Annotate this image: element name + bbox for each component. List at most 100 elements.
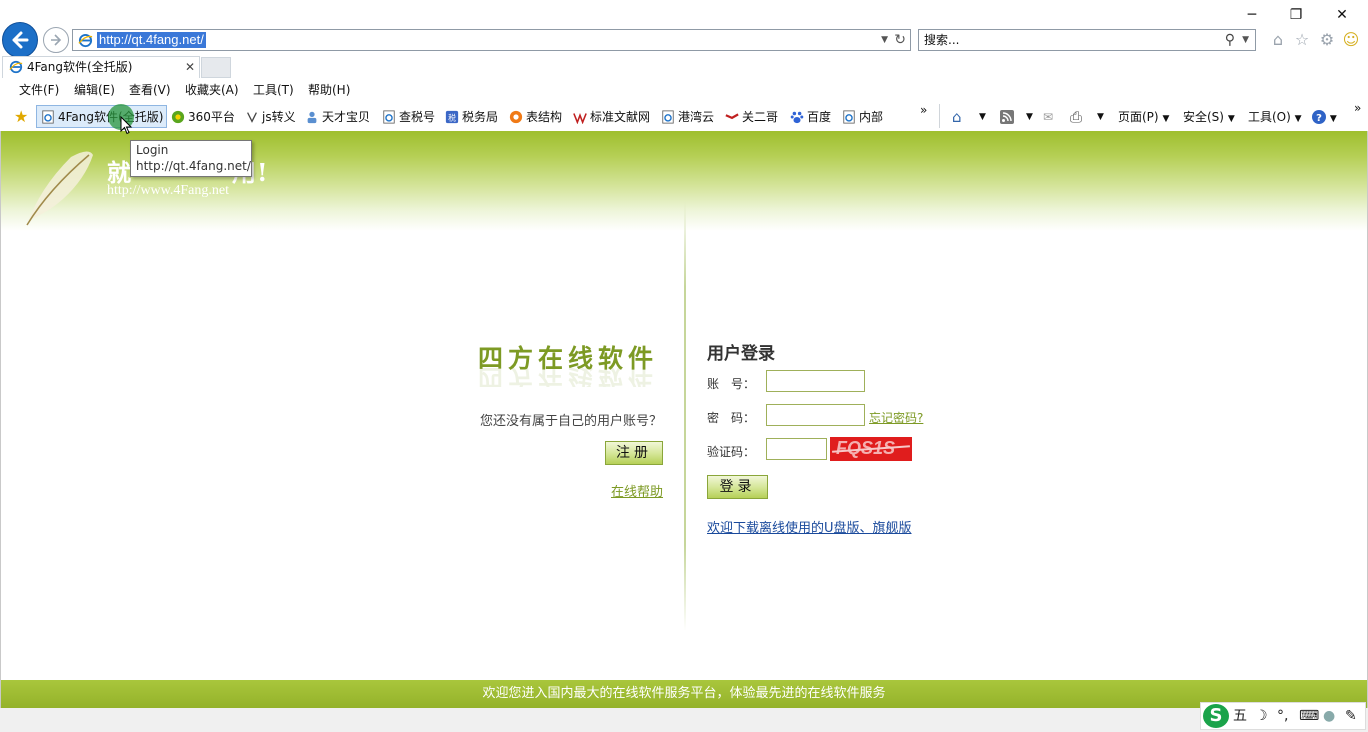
favorite-label: 360平台: [188, 110, 235, 124]
address-bar[interactable]: http://qt.4fang.net/ ▼ ↻: [72, 29, 911, 51]
favorite-item-shuiwuju[interactable]: 税税务局: [445, 108, 498, 126]
safety-menu-label: 安全(S): [1183, 110, 1224, 124]
favorites-more-chevron[interactable]: »: [920, 101, 927, 119]
favorite-item-neibu[interactable]: 内部: [842, 108, 883, 126]
favorite-item-chashuihao[interactable]: 查税号: [382, 108, 435, 126]
captcha-input[interactable]: [766, 438, 827, 460]
guanerge-icon: [725, 113, 739, 120]
sogou-ime-logo[interactable]: S: [1203, 704, 1229, 728]
menu-help[interactable]: 帮助(H): [308, 83, 350, 98]
mouse-cursor-icon: [120, 116, 133, 135]
forward-arrow-icon: [51, 34, 62, 46]
center-divider: [684, 201, 686, 631]
tab-active[interactable]: 4Fang软件(全托版) ✕: [2, 56, 200, 78]
table-structure-icon: [509, 110, 523, 124]
person-icon: [307, 111, 317, 124]
back-button[interactable]: [2, 22, 38, 58]
smiley-feedback-icon[interactable]: ☺: [1341, 30, 1361, 50]
home-icon[interactable]: ⌂: [1268, 30, 1288, 50]
gear-icon[interactable]: ⚙: [1317, 30, 1337, 50]
favorite-item-js[interactable]: js转义: [245, 108, 296, 126]
menu-edit[interactable]: 编辑(E): [74, 83, 115, 98]
password-label: 密 码：: [707, 411, 756, 425]
status-bar: [0, 708, 1368, 732]
address-url-text[interactable]: http://qt.4fang.net/: [97, 32, 206, 48]
link-tooltip: Login http://qt.4fang.net/: [130, 140, 252, 177]
forward-button[interactable]: [43, 27, 69, 53]
menu-view[interactable]: 查看(V): [129, 83, 171, 98]
captcha-image[interactable]: FQS1S: [830, 437, 912, 461]
back-arrow-icon: [12, 31, 29, 49]
favorite-item-guanerge[interactable]: 关二哥: [725, 108, 778, 126]
360-icon: [171, 110, 185, 124]
favorite-label: 百度: [807, 110, 832, 124]
search-icon[interactable]: ⚲: [1225, 31, 1235, 49]
help-menu-button[interactable]: ? ▼: [1312, 108, 1337, 126]
ime-halfwidth-moon-icon[interactable]: ☽: [1255, 707, 1268, 725]
ime-settings-wrench-icon[interactable]: ✎: [1345, 707, 1357, 725]
ie-page-icon: [662, 110, 674, 124]
favorite-item-biaojiegou[interactable]: 表结构: [509, 108, 562, 126]
ime-mode-wubi[interactable]: 五: [1233, 707, 1247, 725]
banner-url: http://www.4Fang.net: [107, 183, 229, 198]
favorite-item-4fang[interactable]: 4Fang软件(全托版): [41, 108, 163, 126]
tools-menu-button[interactable]: 工具(O) ▼: [1248, 108, 1302, 126]
favorite-item-360[interactable]: 360平台: [171, 108, 235, 126]
ime-punctuation-icon[interactable]: °,: [1277, 707, 1288, 725]
print-dropdown-icon[interactable]: ▼: [1097, 108, 1104, 126]
favorites-star-icon[interactable]: ☆: [1292, 30, 1312, 50]
feeds-dropdown-icon[interactable]: ▼: [1026, 108, 1033, 126]
tab-close-icon[interactable]: ✕: [185, 59, 195, 75]
favorite-label: 税务局: [462, 110, 499, 124]
refresh-icon[interactable]: ↻: [894, 31, 906, 49]
ime-user-icon[interactable]: ●: [1323, 707, 1335, 725]
mail-icon[interactable]: ✉: [1043, 108, 1053, 126]
favorite-label: 关二哥: [742, 110, 779, 124]
ime-toolbar[interactable]: S 五 ☽ °, ⌨ ● ✎: [1200, 702, 1366, 730]
commandbar-more-chevron[interactable]: »: [1354, 99, 1361, 117]
ie-page-icon: [383, 110, 395, 124]
close-window-button[interactable]: ✕: [1329, 6, 1355, 24]
minimize-button[interactable]: ─: [1239, 6, 1265, 24]
register-button[interactable]: 注册: [605, 441, 663, 465]
new-tab-button[interactable]: [201, 57, 231, 78]
captcha-label: 验证码：: [707, 445, 756, 459]
svg-text:税: 税: [448, 113, 456, 123]
online-help-link[interactable]: 在线帮助: [611, 481, 663, 500]
favorites-add-star-icon[interactable]: ★: [14, 108, 28, 126]
brand-logo-reflection: 四方在线软件: [478, 367, 659, 387]
menu-favorites[interactable]: 收藏夹(A): [185, 83, 239, 98]
search-dropdown-icon[interactable]: ▼: [1242, 32, 1249, 48]
print-icon[interactable]: ⎙: [1070, 108, 1082, 126]
home-dropdown-icon[interactable]: ▼: [979, 108, 986, 126]
tools-menu-label: 工具(O): [1248, 110, 1291, 124]
ime-keyboard-icon[interactable]: ⌨: [1299, 707, 1319, 725]
restore-button[interactable]: ❐: [1283, 6, 1309, 24]
chevron-down-icon: ▼: [1227, 114, 1235, 124]
safety-menu-button[interactable]: 安全(S) ▼: [1183, 108, 1235, 126]
forgot-password-link[interactable]: 忘记密码?: [869, 409, 923, 426]
account-input[interactable]: [766, 370, 865, 392]
favorite-item-biaozhun[interactable]: 标准文献网: [573, 108, 650, 126]
download-offline-link[interactable]: 欢迎下载离线使用的U盘版、旗舰版: [707, 517, 912, 536]
toolbar-separator: [939, 104, 940, 128]
password-input[interactable]: [766, 404, 865, 426]
favorite-label: 标准文献网: [590, 110, 651, 124]
js-icon: [247, 112, 257, 123]
search-input[interactable]: [924, 31, 1204, 49]
favorite-item-baidu[interactable]: 百度: [790, 108, 831, 126]
ie-page-icon: [78, 33, 93, 48]
feeds-icon[interactable]: [1000, 108, 1014, 126]
favorite-item-tiancai[interactable]: 天才宝贝: [305, 108, 370, 126]
favorite-item-gangwanyun[interactable]: 港湾云: [661, 108, 714, 126]
svg-text:?: ?: [1316, 113, 1322, 124]
login-button[interactable]: 登录: [707, 475, 768, 499]
menu-tools[interactable]: 工具(T): [253, 83, 294, 98]
menu-file[interactable]: 文件(F): [19, 83, 59, 98]
address-dropdown-icon[interactable]: ▼: [881, 32, 888, 48]
favorite-label: 港湾云: [678, 110, 715, 124]
home-command-icon[interactable]: ⌂: [952, 108, 962, 126]
page-menu-button[interactable]: 页面(P) ▼: [1118, 108, 1169, 126]
search-box[interactable]: ⚲ ▼: [918, 29, 1256, 51]
favorite-label: 内部: [859, 110, 884, 124]
